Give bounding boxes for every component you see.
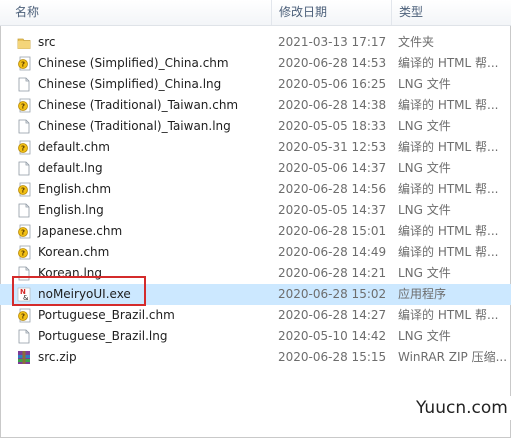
svg-text:?: ? bbox=[21, 61, 25, 69]
file-type: 应用程序 bbox=[398, 287, 447, 301]
document-icon bbox=[17, 329, 31, 344]
file-type: 编译的 HTML 帮... bbox=[398, 140, 499, 154]
file-modified-date: 2020-06-28 15:01 bbox=[278, 224, 387, 238]
file-row[interactable]: default.lng 2020-05-06 14:37 LNG 文件 bbox=[0, 158, 511, 179]
column-header-bar: 名称 修改日期 类型 bbox=[0, 0, 511, 26]
file-row[interactable]: ? Portuguese_Brazil.chm 2020-06-28 14:27 编译… bbox=[0, 305, 511, 326]
file-type: 编译的 HTML 帮... bbox=[398, 56, 499, 70]
file-type: 编译的 HTML 帮... bbox=[398, 98, 499, 112]
file-modified-date: 2020-05-05 18:33 bbox=[278, 119, 387, 133]
file-name: Korean.chm bbox=[38, 245, 110, 259]
file-type: LNG 文件 bbox=[398, 119, 451, 133]
file-modified-date: 2020-06-28 14:56 bbox=[278, 182, 387, 196]
document-icon bbox=[17, 203, 31, 218]
chm-icon: ? bbox=[17, 308, 31, 323]
file-name: Japanese.chm bbox=[38, 224, 123, 238]
file-name: English.chm bbox=[38, 182, 112, 196]
chm-icon: ? bbox=[17, 245, 31, 260]
file-modified-date: 2020-06-28 15:02 bbox=[278, 287, 387, 301]
annotation-highlight-box bbox=[12, 276, 146, 306]
document-icon bbox=[17, 161, 31, 176]
chm-icon: ? bbox=[17, 140, 31, 155]
file-name: default.lng bbox=[38, 161, 103, 175]
file-row[interactable]: ? default.chm 2020-05-31 12:53 编译的 HTML 帮..… bbox=[0, 137, 511, 158]
file-modified-date: 2020-06-28 15:15 bbox=[278, 350, 387, 364]
svg-text:?: ? bbox=[21, 229, 25, 237]
svg-text:?: ? bbox=[21, 187, 25, 195]
file-name: src bbox=[38, 35, 56, 49]
chm-icon: ? bbox=[17, 56, 31, 71]
file-row[interactable]: ? Chinese (Simplified)_China.chm 2020-06-2… bbox=[0, 53, 511, 74]
file-modified-date: 2020-05-05 14:37 bbox=[278, 203, 387, 217]
file-modified-date: 2020-06-28 14:27 bbox=[278, 308, 387, 322]
file-name: English.lng bbox=[38, 203, 104, 217]
column-header-type[interactable]: 类型 bbox=[399, 0, 423, 25]
file-modified-date: 2020-05-31 12:53 bbox=[278, 140, 387, 154]
file-name: src.zip bbox=[38, 350, 77, 364]
svg-text:?: ? bbox=[21, 103, 25, 111]
file-modified-date: 2020-06-28 14:49 bbox=[278, 245, 387, 259]
chm-icon: ? bbox=[17, 224, 31, 239]
svg-text:?: ? bbox=[21, 145, 25, 153]
file-modified-date: 2021-03-13 17:17 bbox=[278, 35, 387, 49]
file-name: Chinese (Simplified)_China.lng bbox=[38, 77, 222, 91]
file-modified-date: 2020-05-06 16:25 bbox=[278, 77, 387, 91]
file-type: WinRAR ZIP 压缩... bbox=[398, 350, 508, 364]
column-header-date[interactable]: 修改日期 bbox=[279, 0, 327, 25]
file-row[interactable]: Portuguese_Brazil.lng 2020-05-10 14:42 LNG… bbox=[0, 326, 511, 347]
file-type: 编译的 HTML 帮... bbox=[398, 308, 499, 322]
winrar-icon bbox=[17, 350, 31, 365]
file-row[interactable]: Chinese (Traditional)_Taiwan.lng 2020-05-… bbox=[0, 116, 511, 137]
file-type: 编译的 HTML 帮... bbox=[398, 245, 499, 259]
column-divider[interactable] bbox=[271, 0, 272, 25]
file-row[interactable]: src 2021-03-13 17:17 文件夹 bbox=[0, 32, 511, 53]
file-type: 编译的 HTML 帮... bbox=[398, 182, 499, 196]
file-row[interactable]: ? Chinese (Traditional)_Taiwan.chm 2020-06… bbox=[0, 95, 511, 116]
file-modified-date: 2020-05-10 14:42 bbox=[278, 329, 387, 343]
file-type: 文件夹 bbox=[398, 35, 435, 49]
column-header-name[interactable]: 名称 bbox=[15, 0, 39, 25]
column-divider[interactable] bbox=[391, 0, 392, 25]
file-name: Portuguese_Brazil.chm bbox=[38, 308, 175, 322]
folder-icon bbox=[17, 35, 31, 50]
chm-icon: ? bbox=[17, 182, 31, 197]
chm-icon: ? bbox=[17, 98, 31, 113]
file-name: default.chm bbox=[38, 140, 110, 154]
file-type: LNG 文件 bbox=[398, 329, 451, 343]
file-type: LNG 文件 bbox=[398, 77, 451, 91]
file-modified-date: 2020-06-28 14:38 bbox=[278, 98, 387, 112]
file-name: Chinese (Traditional)_Taiwan.lng bbox=[38, 119, 231, 133]
file-type: LNG 文件 bbox=[398, 203, 451, 217]
file-type: 编译的 HTML 帮... bbox=[398, 224, 499, 238]
document-icon bbox=[17, 119, 31, 134]
file-name: Chinese (Simplified)_China.chm bbox=[38, 56, 229, 70]
file-row[interactable]: English.lng 2020-05-05 14:37 LNG 文件 bbox=[0, 200, 511, 221]
file-row[interactable]: ? English.chm 2020-06-28 14:56 编译的 HTML 帮..… bbox=[0, 179, 511, 200]
file-modified-date: 2020-06-28 14:53 bbox=[278, 56, 387, 70]
file-modified-date: 2020-05-06 14:37 bbox=[278, 161, 387, 175]
file-name: Portuguese_Brazil.lng bbox=[38, 329, 168, 343]
file-row[interactable]: ? Korean.chm 2020-06-28 14:49 编译的 HTML 帮... bbox=[0, 242, 511, 263]
file-row[interactable]: ? Japanese.chm 2020-06-28 15:01 编译的 HTML 帮.… bbox=[0, 221, 511, 242]
file-type: LNG 文件 bbox=[398, 266, 451, 280]
file-modified-date: 2020-06-28 14:21 bbox=[278, 266, 387, 280]
watermark: Yuucn.com bbox=[410, 396, 511, 420]
svg-text:?: ? bbox=[21, 313, 25, 321]
file-type: LNG 文件 bbox=[398, 161, 451, 175]
svg-text:?: ? bbox=[21, 250, 25, 258]
file-name: Chinese (Traditional)_Taiwan.chm bbox=[38, 98, 239, 112]
document-icon bbox=[17, 77, 31, 92]
file-row[interactable]: Chinese (Simplified)_China.lng 2020-05-06… bbox=[0, 74, 511, 95]
file-row[interactable]: src.zip 2020-06-28 15:15 WinRAR ZIP 压缩... bbox=[0, 347, 511, 368]
